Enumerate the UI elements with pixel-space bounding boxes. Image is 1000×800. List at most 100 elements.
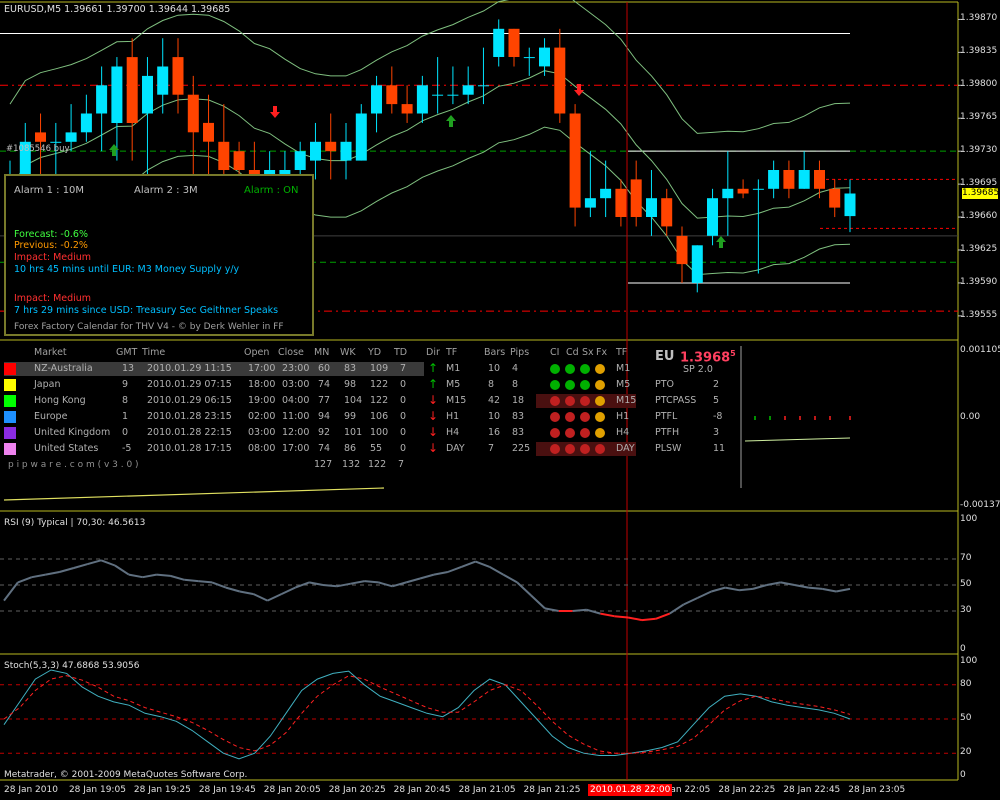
market-row[interactable]: Europe 1 2010.01.28 23:15 02:00 11:00 94 99 106… [4,410,424,424]
candle-body [554,47,566,114]
candle-body [752,188,764,190]
status-dot-icon [550,428,560,438]
candle-body [432,94,444,96]
status-dot-icon [565,380,575,390]
candle-body [646,198,657,217]
cell-market: Europe [34,411,68,422]
rsi-line [530,594,546,610]
stat-value: 2 [713,379,720,390]
market-row[interactable]: Hong Kong 8 2010.01.29 06:15 19:00 04:00 77 10… [4,394,424,408]
rsi-line [724,586,740,592]
rsi-tick: 70 [960,553,972,563]
copyright-label: Metatrader, © 2001-2009 MetaQuotes Softw… [4,770,248,780]
cell-close: 17:00 [282,443,310,454]
time-tick: 28 Jan 20:25 [328,785,386,795]
col-time: Time [142,347,166,358]
candle-body [416,85,428,114]
status-dot-icon [565,396,575,406]
cell-mn: 77 [318,395,331,406]
col-sx: Sx [582,347,594,358]
status-dot-icon [580,412,590,422]
stoch-tick: 20 [960,747,972,758]
candle-body [600,188,612,199]
total-td: 7 [398,459,405,470]
stoch-tick: 50 [960,713,972,723]
tf-row[interactable]: ↑ M5 8 8 M5 [426,377,636,392]
rsi-line [17,576,33,584]
status-dot-icon [550,380,560,390]
time-tick: 28 Jan 22:45 [783,785,841,795]
cell-td: 7 [400,363,407,374]
status-dot-icon [595,364,605,374]
rsi-line [280,586,296,596]
stats-spread: SP 2.0 [683,364,713,375]
status-dot-icon [565,444,575,454]
buy-arrow-icon [716,236,726,248]
candle-body [203,122,214,142]
candle-body [96,85,108,114]
cell-yd: 55 [370,443,383,454]
rsi-line [502,573,518,584]
status-dot-icon [595,444,605,454]
ind1-axis-bot: -0.00137 [960,500,1000,510]
tf-row[interactable]: ↓ H4 16 83 H4 [426,425,636,440]
candle-body [218,141,230,170]
cell-gmt: 0 [122,427,129,438]
market-color-swatch [4,411,16,423]
arrow-up-icon: ↑ [428,377,439,391]
cell-mn: 92 [318,427,331,438]
candle-body [814,170,825,189]
status-dot-icon [595,396,605,406]
rsi-line [114,564,130,576]
stat-label: PTFH [655,427,680,438]
time-tick: 28 Jan 21:05 [458,785,516,795]
col-fx: Fx [596,347,608,358]
candle-body [233,151,245,170]
market-row[interactable]: United Kingdom 0 2010.01.28 22:15 03:00 12:0… [4,426,424,440]
rsi-line [835,587,851,593]
rsi-line [59,567,74,573]
stat-value: -8 [713,411,723,422]
tf-row[interactable]: ↓ DAY 7 225 DAY [426,441,636,456]
rsi-line [211,581,227,589]
cell-td: 0 [400,395,407,406]
cell-pips: 18 [512,395,525,406]
rsi-line [586,608,601,615]
rsi-line [184,578,199,583]
stat-label: PLSW [655,443,682,454]
cell-bars: 8 [488,379,495,390]
stat-label: PTO [655,379,675,390]
rsi-line [697,590,712,599]
price-tick: 1.39870 [960,13,998,24]
stoch-signal-line [3,675,851,754]
arrow-up-icon: ↑ [428,361,439,375]
market-row[interactable]: United States -5 2010.01.28 17:15 08:00 17:0… [4,442,424,456]
candle-body [691,245,703,283]
cell-tf2: M15 [616,395,637,406]
tf-row[interactable]: ↓ M15 42 18 M15 [426,393,637,408]
cell-tf2: M5 [616,379,631,390]
rsi-line [405,577,421,584]
candle-body [844,193,856,217]
time-tick: 28 Jan 19:45 [198,785,256,795]
total-wk: 132 [342,459,361,470]
rsi-line [447,565,463,573]
rsi-tick: 50 [960,579,972,589]
tf-row[interactable]: ↑ M1 10 4 M1 [426,361,636,376]
tf-row[interactable]: ↓ H1 10 83 H1 [426,409,636,424]
market-row[interactable]: Japan 9 2010.01.29 07:15 18:00 03:00 74 98 122 0 [4,378,424,392]
candle-body [615,188,627,217]
col-yd: YD [368,347,382,358]
stoch-tick: 100 [960,656,978,666]
impact-label-1: Impact: Medium [14,252,92,263]
rsi-line [808,586,823,590]
col-td: TD [394,347,408,358]
rsi-line [45,571,60,576]
status-dot-icon [565,364,575,374]
pipware-brand: p i p w a r e . c o m ( v 3 . 0 ) [8,460,139,470]
time-tick: 28 Jan 19:05 [68,785,126,795]
indicator-line [3,487,385,501]
market-row[interactable]: NZ-Australia 13 2010.01.29 11:15 17:00 23:00… [4,362,424,376]
price-tick: 1.39800 [960,79,998,90]
candle-body [478,85,489,87]
